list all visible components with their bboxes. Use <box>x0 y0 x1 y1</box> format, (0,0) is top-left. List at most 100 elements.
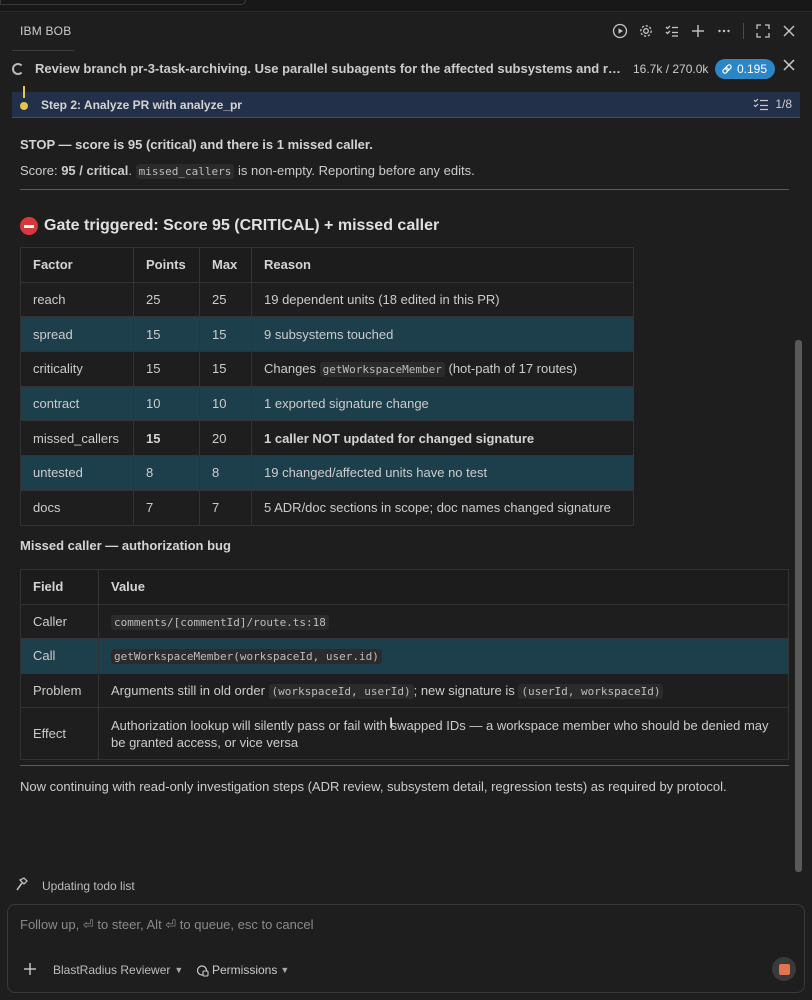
table-row: Call getWorkspaceMember(workspaceId, use… <box>20 638 789 674</box>
message-composer: BlastRadius Reviewer ▼ Permissions ▼ <box>7 904 805 993</box>
scrollbar-thumb[interactable] <box>795 340 802 872</box>
shield-icon <box>196 964 209 977</box>
factors-table: Factor Points Max Reason reach 25 25 19 … <box>20 247 634 526</box>
points-cell: 10 <box>133 385 200 422</box>
factor-cell: untested <box>20 455 134 491</box>
new-signature-code: (userId, workspaceId) <box>518 684 664 700</box>
max-cell: 20 <box>199 420 252 457</box>
gate-heading: Gate triggered: Score 95 (CRITICAL) + mi… <box>20 217 439 235</box>
status-row: Updating todo list <box>14 877 135 894</box>
score-suffix: is non-empty. Reporting before any edits… <box>234 163 475 178</box>
factor-cell: spread <box>20 316 134 353</box>
step-label: Step 2: Analyze PR with analyze_pr <box>41 98 242 112</box>
stop-button[interactable] <box>772 957 796 981</box>
chat-content: STOP — score is 95 (critical) and there … <box>0 118 796 868</box>
column-header: Points <box>133 247 200 283</box>
problem-mid: ; new signature is <box>413 683 519 699</box>
gear-icon[interactable] <box>633 20 659 42</box>
step-connector <box>23 86 25 98</box>
problem-pre: Arguments still in old order <box>111 683 269 699</box>
reason-cell: 1 exported signature change <box>251 385 634 422</box>
step-counter: 1/8 <box>753 97 792 111</box>
reason-pre: Changes <box>264 361 320 377</box>
header-toolbar <box>607 20 802 42</box>
permissions-label: Permissions <box>212 963 278 977</box>
reason-cell: 19 dependent units (18 edited in this PR… <box>251 281 634 318</box>
max-cell: 25 <box>199 281 252 318</box>
points-cell: 15 <box>133 316 200 353</box>
editor-tab-stub[interactable] <box>0 0 246 5</box>
factor-cell: contract <box>20 385 134 422</box>
stop-line: STOP — score is 95 (critical) and there … <box>20 137 373 152</box>
stop-square-icon <box>778 963 790 975</box>
status-text: Updating todo list <box>42 878 135 893</box>
max-cell: 8 <box>199 455 252 491</box>
table-row: spread 15 15 9 subsystems touched <box>20 316 634 353</box>
score-line: Score: 95 / critical. missed_callers is … <box>20 163 475 179</box>
table-row: criticality 15 15 Changes getWorkspaceMe… <box>20 351 634 387</box>
permissions-selector[interactable]: Permissions ▼ <box>196 963 289 977</box>
close-icon[interactable] <box>776 20 802 42</box>
chevron-down-icon: ▼ <box>174 965 184 975</box>
max-cell: 10 <box>199 385 252 422</box>
divider <box>20 765 789 766</box>
value-cell: getWorkspaceMember(workspaceId, user.id) <box>98 638 789 674</box>
text-cursor-icon: Ⅰ <box>389 716 394 732</box>
points-cell: 15 <box>133 420 200 457</box>
missed-caller-table: Field Value Caller comments/[commentId]/… <box>20 569 789 761</box>
score-dot: . <box>128 163 136 178</box>
gate-title-text: Gate triggered: Score 95 (CRITICAL) + mi… <box>44 217 440 234</box>
max-cell: 15 <box>199 351 252 387</box>
column-header: Reason <box>251 247 634 283</box>
follow-up-input[interactable] <box>20 913 780 935</box>
reason-cell: Changes getWorkspaceMember (hot-path of … <box>251 351 634 387</box>
add-context-icon[interactable] <box>23 960 37 981</box>
field-cell: Call <box>20 638 99 674</box>
factor-cell: missed_callers <box>20 420 134 457</box>
factor-cell: docs <box>20 489 134 526</box>
table-header-row: Factor Points Max Reason <box>20 247 634 283</box>
table-row: contract 10 10 1 exported signature chan… <box>20 385 634 422</box>
reason-cell: 1 caller NOT updated for changed signatu… <box>251 420 634 457</box>
no-entry-icon <box>20 217 38 235</box>
expand-icon[interactable] <box>750 20 776 42</box>
step-status-dot <box>20 102 28 110</box>
token-usage: 16.7k / 270.0k <box>633 62 709 76</box>
checklist-icon[interactable] <box>659 20 685 42</box>
table-row: Effect Authorization lookup will silentl… <box>20 707 789 761</box>
plus-icon[interactable] <box>685 20 711 42</box>
value-cell: Authorization lookup will silently pass … <box>98 707 789 761</box>
factor-cell: reach <box>20 281 134 318</box>
panel-header: IBM BOB <box>0 12 812 52</box>
play-icon[interactable] <box>607 20 633 42</box>
link-icon <box>722 64 732 74</box>
table-row: Caller comments/[commentId]/route.ts:18 <box>20 603 789 640</box>
points-cell: 8 <box>133 455 200 491</box>
reason-cell: 5 ADR/doc sections in scope; doc names c… <box>251 489 634 526</box>
table-header-row: Field Value <box>20 569 789 605</box>
task-bar: Review branch pr-3-task-archiving. Use p… <box>0 55 812 85</box>
cost-badge[interactable]: 0.195 <box>715 59 776 79</box>
step-bar[interactable]: Step 2: Analyze PR with analyze_pr 1/8 <box>12 86 800 118</box>
more-icon[interactable] <box>711 20 737 42</box>
close-task-icon[interactable] <box>782 58 796 77</box>
mode-selector[interactable]: BlastRadius Reviewer ▼ <box>53 963 183 977</box>
old-order-code: (workspaceId, userId) <box>268 684 414 700</box>
value-cell: Arguments still in old order (workspaceI… <box>98 672 789 709</box>
chevron-down-icon: ▼ <box>280 965 290 975</box>
points-cell: 7 <box>133 489 200 526</box>
points-cell: 25 <box>133 281 200 318</box>
panel-title: IBM BOB <box>20 24 72 38</box>
factor-cell: criticality <box>20 351 134 387</box>
continue-line: Now continuing with read-only investigat… <box>20 779 727 794</box>
column-header: Max <box>199 247 252 283</box>
header-separator <box>743 23 744 39</box>
reason-post: (hot-path of 17 routes) <box>444 361 578 377</box>
task-title[interactable]: Review branch pr-3-task-archiving. Use p… <box>35 61 627 76</box>
hammer-icon <box>14 877 28 894</box>
top-strip <box>0 0 812 12</box>
value-cell: comments/[commentId]/route.ts:18 <box>98 603 789 640</box>
loading-spinner-icon <box>12 63 24 75</box>
score-value: 95 / critical <box>61 163 129 178</box>
step-count: 1/8 <box>775 97 792 111</box>
